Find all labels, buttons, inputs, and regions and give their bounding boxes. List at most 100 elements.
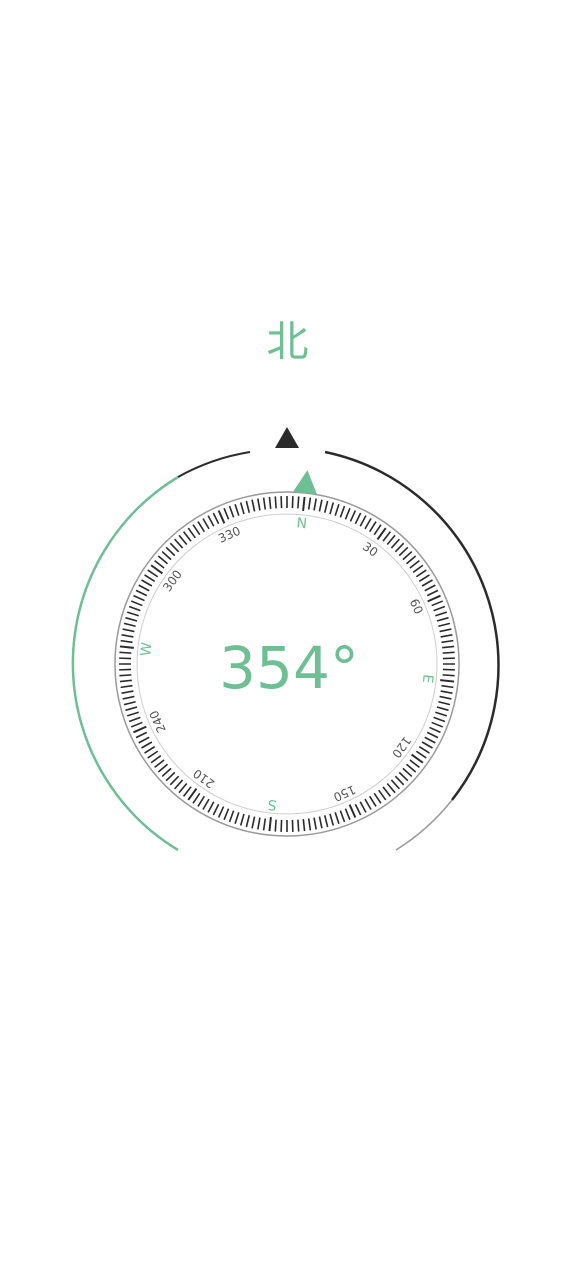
tick-mark [144,574,156,583]
tick-mark [251,816,256,829]
triangle-up-icon [275,427,299,448]
tick-mark [394,542,405,553]
tick-mark [334,812,340,825]
tick-mark [433,716,446,723]
tick-mark [157,763,169,773]
tick-mark [442,645,455,649]
tick-mark [223,808,230,821]
tick-mark [192,792,201,804]
tick-mark [344,808,351,821]
tick-mark [123,700,136,706]
tick-mark [405,555,417,565]
tick-mark [373,792,382,804]
tick-mark [133,594,145,602]
tick-mark [438,700,451,706]
tick-mark [130,600,143,607]
tick-mark [436,706,449,712]
tick-mark [323,815,329,828]
tick-mark [212,512,220,525]
tick-mark [122,628,135,633]
tick-mark [120,684,133,689]
tick-mark [228,810,235,823]
tick-mark [251,499,256,512]
tick-mark [427,594,441,603]
tick-mark [157,555,169,565]
tick-mark [274,819,277,832]
cardinal-label-s: S [267,796,278,813]
tick-mark [440,634,453,638]
tick-mark [138,736,150,744]
tick-mark [439,695,452,700]
tick-mark [323,500,329,513]
tick-mark [402,767,413,778]
tick-mark [409,759,420,769]
heading-value: 354° [219,634,359,702]
tick-mark [197,521,206,533]
tick-mark [128,716,141,723]
tick-mark [126,711,139,717]
tick-mark [245,500,251,513]
tick-mark [268,496,272,509]
tick-mark [202,518,210,530]
tick-mark [119,645,134,649]
tick-mark [121,634,134,638]
tick-mark [386,782,396,794]
tick-mark [262,497,267,510]
tick-mark [339,810,346,823]
tick-mark [424,736,436,744]
tick-mark [147,750,159,759]
tick-mark [274,496,277,509]
tick-mark [178,782,188,794]
tick-mark [126,611,139,617]
tick-mark [207,515,215,527]
outer-arc-bottom-right [395,799,453,851]
tick-mark [286,819,288,832]
tick-mark [442,651,455,654]
tick-mark [286,495,288,509]
tick-mark [144,745,156,754]
tick-mark [182,786,192,797]
tick-mark [435,711,448,717]
tick-mark [133,725,147,734]
tick-mark [438,622,451,628]
tick-mark [424,584,436,592]
tick-mark [394,775,405,786]
tick-mark [257,817,261,830]
tick-mark [173,779,184,790]
tick-mark [118,663,131,665]
tick-mark [415,569,427,578]
tick-mark [223,507,230,520]
tick-mark [192,524,201,536]
tick-mark [154,759,165,769]
tick-mark [398,546,409,557]
tick-mark [409,559,420,569]
tick-mark [402,550,413,561]
cardinal-label-e: E [419,673,436,683]
tick-mark [378,789,387,801]
tick-mark [182,531,192,542]
tick-mark [415,750,427,759]
tick-mark [348,804,357,818]
tick-mark [217,806,225,818]
tick-mark [234,812,240,825]
tick-mark [364,518,372,530]
tick-mark [169,775,180,786]
tick-mark [307,497,312,510]
tick-mark [245,815,251,828]
tick-mark [302,819,306,832]
tick-mark [280,496,283,509]
tick-mark [307,818,312,831]
tick-mark [329,813,335,826]
outer-arc-top-left [177,451,251,478]
tick-mark [382,531,392,542]
tick-mark [436,616,449,622]
degree-label-120: 120 [389,734,414,761]
tick-mark [119,651,132,654]
tick-mark [291,496,294,509]
tick-mark [313,817,317,830]
tick-mark [119,657,132,660]
tick-mark [339,505,346,518]
tick-mark [442,668,455,671]
tick-mark [418,574,430,583]
tick-mark [128,605,141,612]
